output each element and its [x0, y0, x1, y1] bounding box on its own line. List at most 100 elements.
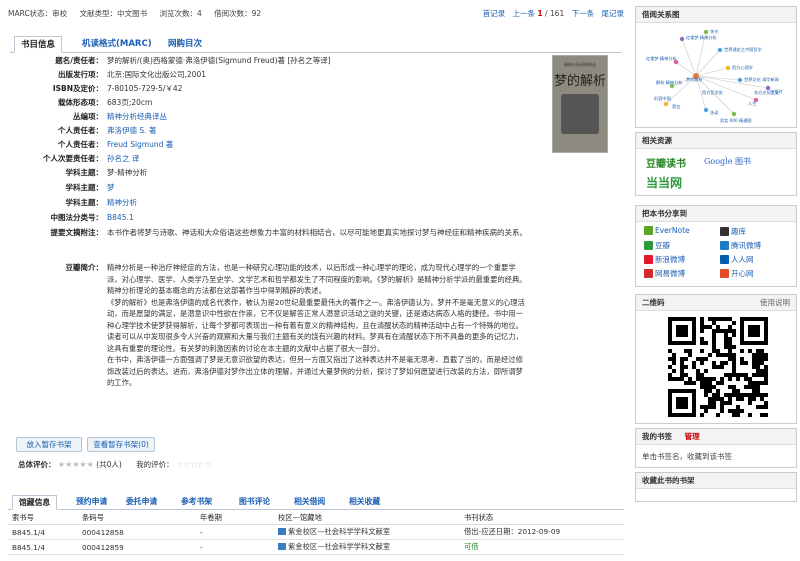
cover-series: 精神分析经典译丛	[564, 62, 596, 67]
rating-count: (共0人)	[96, 460, 122, 469]
tab-related-collect[interactable]: 相关收藏	[343, 495, 386, 510]
tab-reviews[interactable]: 图书评论	[233, 495, 276, 510]
share-panel: 把本书分享到 EverNote 趣库 豆瓣 腾讯微博 新浪微博 人人网 网易微博…	[635, 205, 797, 287]
netease-weibo-icon	[644, 269, 653, 278]
graph-node-label[interactable]: 形容中国	[654, 95, 671, 102]
col-barcode: 条码号	[78, 512, 196, 525]
my-tags-title-bar: 我的书签 管理	[636, 429, 796, 445]
tags-hint: 单击书签名，收藏到该书签	[642, 452, 732, 461]
detail-tabs: 书目信息 机读格式(MARC) 网购目次	[10, 36, 622, 53]
doc-type: 文献类型：中文图书	[79, 9, 148, 18]
borrow-graph-title: 借阅关系图	[636, 7, 796, 23]
graph-node-label[interactable]: 红楼梦 精神分析	[686, 34, 717, 41]
holding-tabs: 馆藏信息 预约申请 委托申请 参考书架 图书评论 相关借阅 相关收藏	[8, 495, 624, 510]
my-rating-stars-icon[interactable]: ☆☆☆☆☆	[176, 460, 212, 469]
share-evernote[interactable]: EverNote	[644, 226, 690, 235]
summary-label: 豆瓣简介：	[65, 263, 104, 272]
table-header-row: 索书号 条码号 年卷期 校区—馆藏地 书刊状态	[8, 512, 624, 525]
col-call-number: 索书号	[8, 512, 78, 525]
qr-title: 二维码	[642, 298, 665, 307]
graph-node-label[interactable]: 人生	[748, 100, 756, 106]
quku-icon	[720, 227, 729, 236]
marc-status: MARC状态：审校	[8, 9, 68, 18]
summary-paragraph: 精神分析是一种治疗神经症的方法，也是一种研究心理功能的技术，以后形成一种心理学的…	[107, 263, 527, 295]
tab-reference-shelf[interactable]: 参考书架	[175, 495, 218, 510]
borrow-relation-graph[interactable]: 红楼梦 精神分析 世界通史之中国哲学 李光 红楼梦 精神分析 西方心理学 世界文…	[636, 24, 796, 128]
related-resources-title: 相关资源	[636, 133, 796, 149]
col-issue: 年卷期	[196, 512, 274, 525]
share-renren[interactable]: 人人网	[720, 254, 754, 265]
tab-related-borrow[interactable]: 相关借阅	[288, 495, 331, 510]
collect-shelf-panel: 收藏此书的书架	[635, 472, 797, 502]
last-record-link[interactable]: 尾记录	[602, 9, 625, 18]
record-navigation: 首记录 上一条 1 / 161 下一条 尾记录	[478, 8, 624, 19]
graph-node-label[interactable]: 西方心理学	[732, 64, 753, 71]
share-tencent-weibo[interactable]: 腾讯微博	[720, 240, 761, 251]
tab-marc[interactable]: 机读格式(MARC)	[76, 36, 158, 53]
main-content: MARC状态：审校 文献类型：中文图书 浏览次数：4 借阅次数：92 首记录 上…	[0, 0, 628, 561]
google-books-link[interactable]: Google 图书	[704, 156, 751, 167]
share-kaixin[interactable]: 开心网	[720, 268, 754, 279]
tab-toc[interactable]: 网购目次	[162, 36, 208, 53]
overall-stars-icon: ★★★★★	[57, 460, 94, 469]
graph-node-label[interactable]: 解析 精神分析	[656, 79, 682, 86]
douban-icon	[644, 241, 653, 250]
summary-text: 精神分析是一种治疗神经症的方法，也是一种研究心理功能的技术，以后形成一种心理学的…	[107, 262, 527, 389]
qr-title-bar: 二维码 使用说明	[636, 295, 796, 311]
current-record: 1	[537, 9, 543, 18]
holdings-table: 索书号 条码号 年卷期 校区—馆藏地 书刊状态 B845.1/4 0004128…	[8, 512, 624, 555]
tab-bibliographic[interactable]: 书目信息	[14, 36, 63, 53]
view-count: 浏览次数：4	[159, 9, 202, 18]
graph-node-label[interactable]: 世界通史之中国哲学	[724, 46, 762, 53]
renren-icon	[720, 255, 729, 264]
graph-node-label[interactable]: 男女 600 精通图	[720, 117, 752, 124]
prev-record-link[interactable]: 上一条	[512, 9, 535, 18]
graph-node-label[interactable]: 第五	[672, 103, 680, 110]
summary-paragraph: 《梦的解析》也是弗洛伊德的成名代表作，被认为是20世纪最重要最伟大的著作之一。弗…	[107, 297, 525, 353]
kaixin-icon	[720, 269, 729, 278]
graph-node-label[interactable]: 红楼梦 精神分析	[646, 55, 677, 62]
borrow-graph-panel: 借阅关系图 红楼梦 精神分析 世界通史之中国哲学 李光 红楼梦 精神分析 西方心…	[635, 6, 797, 128]
my-tags-title: 我的书签	[642, 432, 672, 441]
douban-books-link[interactable]: 豆瓣读书	[646, 155, 686, 170]
sina-weibo-icon	[644, 255, 653, 264]
next-record-link[interactable]: 下一条	[572, 9, 595, 18]
location-map-icon[interactable]	[278, 543, 286, 550]
share-quku[interactable]: 趣库	[720, 226, 746, 237]
view-shelf-button[interactable]: 查看暂存书架(0)	[87, 437, 155, 452]
rating-row: 总体评价： ★★★★★ (共0人) 我的评价： ☆☆☆☆☆	[18, 459, 212, 470]
book-cover[interactable]: 精神分析经典译丛 梦的解析	[552, 55, 608, 153]
borrow-count: 借阅次数：92	[214, 9, 262, 18]
graph-node-label[interactable]: 李光	[710, 28, 718, 35]
tencent-weibo-icon	[720, 241, 729, 250]
overall-rating-label: 总体评价：	[18, 460, 56, 469]
record-status-bar: MARC状态：审校 文献类型：中文图书 浏览次数：4 借阅次数：92 首记录 上…	[8, 8, 624, 24]
cover-portrait	[561, 94, 599, 134]
location-map-icon[interactable]	[278, 528, 286, 535]
share-netease-weibo[interactable]: 网易微博	[644, 268, 685, 279]
graph-node-label[interactable]: 梦的解析	[686, 76, 703, 83]
graph-node-label[interactable]: 东方文化之史	[754, 89, 780, 96]
tab-holdings[interactable]: 馆藏信息	[12, 495, 58, 510]
tab-reserve[interactable]: 预约申请	[70, 495, 113, 510]
graph-node-label[interactable]: 西方哲学史	[702, 89, 724, 96]
share-title: 把本书分享到	[636, 206, 796, 222]
qr-code-icon	[668, 317, 768, 417]
share-douban[interactable]: 豆瓣	[644, 240, 670, 251]
col-location: 校区—馆藏地	[274, 512, 460, 525]
col-status: 书刊状态	[460, 512, 624, 525]
total-records: / 161	[544, 9, 565, 18]
add-to-shelf-button[interactable]: 放入暂存书架	[16, 437, 82, 452]
tab-delegate[interactable]: 委托申请	[120, 495, 163, 510]
collect-shelf-title: 收藏此书的书架	[636, 473, 796, 489]
dangdang-link[interactable]: 当当网	[646, 174, 682, 191]
related-resources-panel: 相关资源 豆瓣读书 Google 图书 当当网	[635, 132, 797, 196]
table-row: B845.1/4 000412859 - 紫金校区—社会科学学科文献室 可借	[8, 539, 624, 555]
first-record-link[interactable]: 首记录	[483, 9, 506, 18]
my-rating-label: 我的评价：	[136, 460, 174, 469]
share-sina-weibo[interactable]: 新浪微博	[644, 254, 685, 265]
qr-help-link[interactable]: 使用说明	[760, 295, 790, 311]
graph-node-label[interactable]: 世界文化 清华新闻	[744, 76, 779, 83]
tags-manage-link[interactable]: 管理	[685, 432, 700, 441]
graph-node-label[interactable]: 选读	[710, 109, 718, 116]
